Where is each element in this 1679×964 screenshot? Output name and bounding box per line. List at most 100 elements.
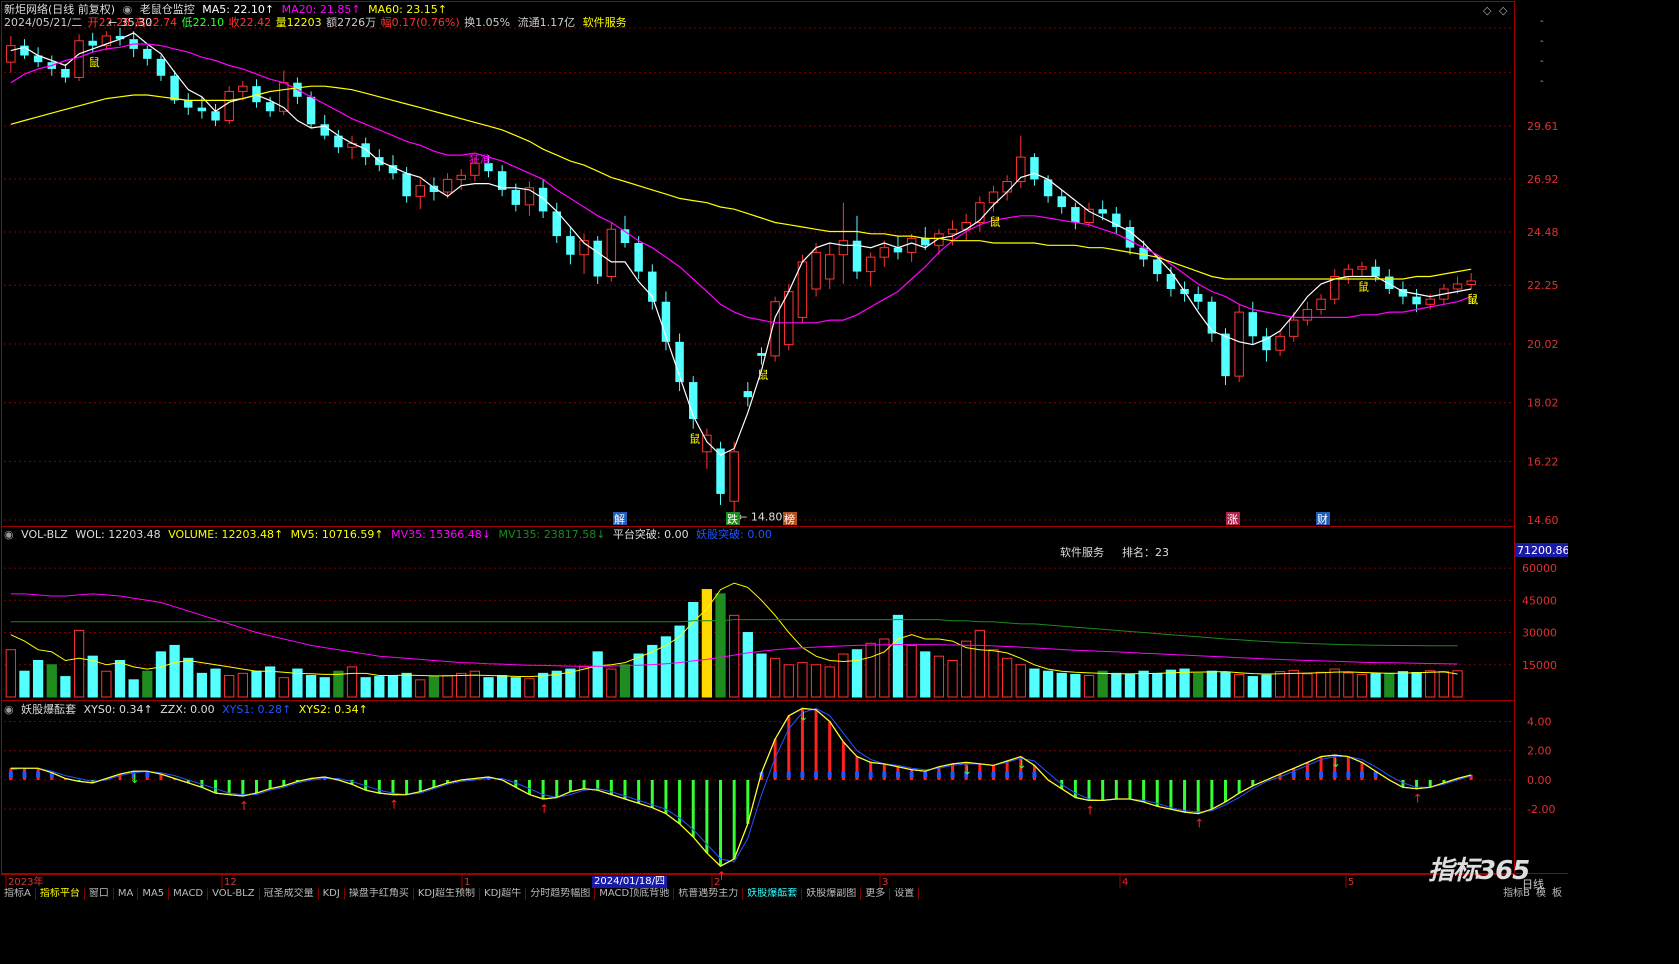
candle-body <box>1452 283 1463 290</box>
rat-marker: 鼠 <box>757 367 768 381</box>
volume-bar <box>988 649 999 698</box>
osc-blue-block <box>909 771 914 778</box>
volume-bar <box>810 664 822 698</box>
volume-bar <box>1343 672 1354 698</box>
indicator-tab[interactable]: 杭普遇势主力 <box>674 888 744 900</box>
indicator-tab[interactable]: MA <box>114 888 139 900</box>
candle-body <box>74 40 84 78</box>
candle-body <box>1275 335 1285 351</box>
volume-bar <box>783 664 794 698</box>
osc-blue-block <box>1359 771 1364 778</box>
volume-bar <box>1097 670 1108 698</box>
volume-bar <box>701 589 713 698</box>
osc-down-arrow: ↓ <box>1017 758 1027 772</box>
right-tab[interactable]: 板 <box>1552 888 1562 899</box>
candle-body <box>824 254 835 280</box>
volume-bar <box>1042 670 1054 698</box>
volume-bar <box>101 670 112 698</box>
indicator-tab[interactable]: MACD <box>169 888 209 900</box>
candle-body <box>415 185 425 197</box>
time-axis-label: 2023年 <box>8 875 43 888</box>
volume-bar <box>5 649 16 698</box>
price-axis-label: 14.60 <box>1527 514 1559 527</box>
candle-body <box>784 291 794 346</box>
volume-bar <box>974 629 985 698</box>
volume-bar <box>879 638 890 698</box>
candle-body <box>1030 157 1039 180</box>
osc-blue-block <box>786 771 791 778</box>
chart-area[interactable]: ↓↑ ↑ ↑↑↓↓ ↓↑↑↓↑ 29.6126.9224.4822.2520.0218… <box>0 0 1568 888</box>
osc-blue-block <box>923 771 928 778</box>
price-axis-label: 22.25 <box>1527 279 1559 292</box>
volume-bar <box>428 676 440 698</box>
indicator-tab[interactable]: MA5 <box>138 888 170 900</box>
volume-bar <box>1029 668 1040 698</box>
osc-blue-block <box>814 771 819 778</box>
candle-body <box>1002 181 1012 193</box>
volume-bar <box>933 655 945 698</box>
candle-body <box>947 228 958 235</box>
candle-body <box>634 243 643 272</box>
indicator-tab[interactable]: KDJ超牛 <box>480 888 527 900</box>
candle-body <box>265 102 275 112</box>
volume-bar <box>319 677 330 698</box>
candle-body <box>1234 311 1244 377</box>
volume-bar <box>1111 672 1122 698</box>
osc-blue-block <box>950 771 955 778</box>
volume-axis-label: 45000 <box>1522 594 1557 607</box>
candle-body <box>1153 259 1162 275</box>
volume-bar <box>961 640 972 698</box>
volume-bar <box>1397 671 1409 698</box>
volume-bar <box>1070 673 1081 698</box>
volume-bar <box>1001 657 1013 698</box>
volume-bar <box>114 659 126 698</box>
volume-bar <box>619 664 631 698</box>
candle-body <box>606 228 617 278</box>
volume-bar <box>1452 670 1463 698</box>
indicator-tab[interactable]: 设置 <box>890 888 920 900</box>
time-axis-label: 12 <box>224 877 237 888</box>
indicator-tab[interactable]: 冠圣成交量 <box>260 888 319 900</box>
volume-bar <box>224 675 235 698</box>
indicator-tab[interactable]: VOL-BLZ <box>208 888 260 900</box>
candle-body <box>566 236 575 255</box>
indicator-tab[interactable]: 更多 <box>861 888 891 900</box>
candle-body <box>961 221 971 230</box>
volume-bar <box>1124 673 1136 698</box>
candle-body <box>361 143 370 158</box>
indicator-tab[interactable]: 窗口 <box>85 888 114 900</box>
indicator-tab[interactable]: KDJ <box>319 888 345 900</box>
osc-up-arrow: ↑ <box>1085 803 1095 817</box>
indicator-tab[interactable]: 分时趋势幅图 <box>526 888 596 900</box>
volume-bar <box>1193 672 1204 698</box>
volume-bar <box>128 679 139 698</box>
volume-bar <box>824 666 835 698</box>
event-tag: 解 <box>614 512 625 526</box>
indicator-tab[interactable]: 妖股爆酝套 <box>743 888 803 900</box>
indicator-tab[interactable]: 指标平台 <box>36 888 85 900</box>
volume-bar <box>906 644 917 698</box>
volume-bar <box>1302 673 1313 698</box>
candle-body <box>197 107 207 112</box>
indicator-tab[interactable]: 指标A <box>0 888 36 900</box>
candle-body <box>1057 196 1066 208</box>
osc-blue-block <box>800 771 805 778</box>
volume-bar <box>633 653 644 698</box>
price-axis-label: 24.48 <box>1527 226 1559 239</box>
brand-logo: 指标365 <box>1428 850 1530 887</box>
indicator-tab[interactable]: KDJ超生预制 <box>414 888 481 900</box>
volume-axis-label: 60000 <box>1522 562 1557 575</box>
diamond-icon[interactable]: ◇ <box>1483 4 1492 17</box>
indicator-tab[interactable]: 操盘手红角买 <box>345 888 414 900</box>
volume-bar <box>360 677 371 698</box>
candle-body <box>934 233 944 246</box>
indicator-tab[interactable]: 妖股爆副图 <box>802 888 862 900</box>
candle-body <box>456 174 466 180</box>
indicator-tab[interactable]: MACD顶底背驰 <box>595 888 675 900</box>
time-axis-label: 1 <box>464 877 470 888</box>
volume-bar <box>60 676 71 698</box>
volume-bar <box>1083 675 1095 698</box>
volume-bar <box>1206 670 1218 698</box>
collapse-icon[interactable]: ◇ <box>1499 4 1508 17</box>
rat-marker: 鼠 <box>1358 280 1369 294</box>
